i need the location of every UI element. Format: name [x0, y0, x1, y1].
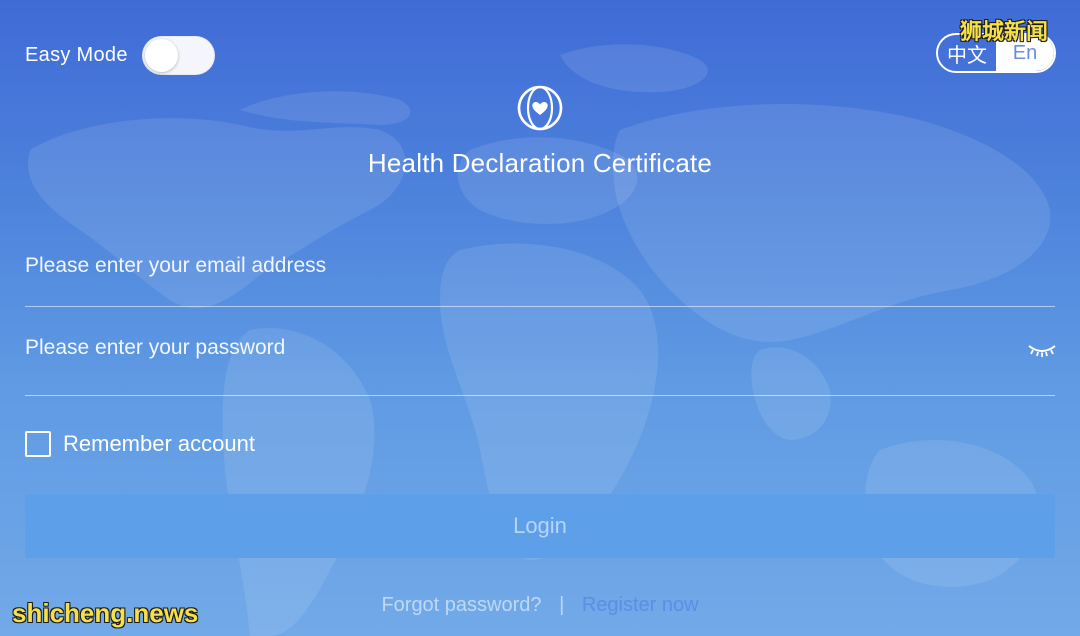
remember-label: Remember account [63, 431, 255, 456]
footer-separator: | [559, 594, 565, 616]
email-input[interactable] [25, 254, 1055, 278]
watermark-top: 狮城新闻 [960, 19, 1049, 44]
email-field-container [25, 254, 1055, 307]
register-link[interactable]: Register now [582, 594, 699, 616]
globe-heart-icon [517, 85, 563, 131]
easy-mode-label: Easy Mode [25, 44, 128, 66]
password-field-container [25, 336, 1057, 396]
eye-closed-icon[interactable] [1027, 342, 1057, 360]
remember-account[interactable]: Remember account [25, 431, 255, 457]
easy-mode-control: Easy Mode [25, 36, 215, 75]
login-button[interactable]: Login [25, 494, 1055, 558]
remember-checkbox[interactable] [25, 431, 51, 457]
toggle-knob [144, 39, 178, 72]
easy-mode-toggle[interactable] [141, 36, 215, 75]
forgot-password-link[interactable]: Forgot password? [381, 594, 541, 616]
password-input[interactable] [25, 336, 1055, 360]
watermark-bottom: shicheng.news [12, 598, 199, 628]
app-title: Health Declaration Certificate [367, 148, 713, 178]
